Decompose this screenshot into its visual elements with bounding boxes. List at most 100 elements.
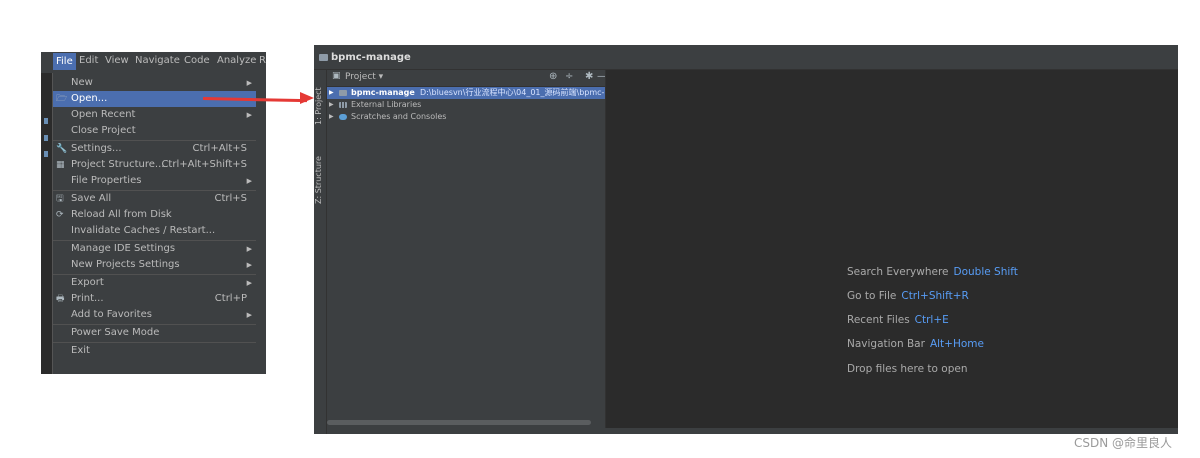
menu-item-export[interactable]: Export ▶	[53, 275, 256, 291]
expand-arrow-icon[interactable]: ▶	[329, 99, 334, 111]
menu-item-file-properties[interactable]: File Properties ▶	[53, 173, 256, 189]
menu-item-shortcut: Ctrl+Alt+S	[192, 143, 247, 154]
menu-item-manage-ide-settings[interactable]: Manage IDE Settings ▶	[53, 241, 256, 257]
tree-item-project-root[interactable]: ▶ bpmc-manage D:\bluesvn\行业流程中心\04_01_源码…	[327, 87, 605, 99]
hint-label: Recent Files	[847, 314, 910, 326]
edge-marker	[44, 135, 48, 141]
menu-item-invalidate-caches[interactable]: Invalidate Caches / Restart...	[53, 223, 256, 239]
menu-item-label: Save All	[71, 193, 112, 204]
save-icon: 🖫	[56, 194, 64, 204]
project-toolbar: ▣ Project ▾ ⊕ ÷ ✱ —	[327, 70, 607, 87]
menu-item-label: Export	[71, 277, 104, 288]
menu-item-label: Open...	[71, 93, 108, 104]
hint-shortcut: Ctrl+E	[914, 314, 949, 326]
menu-refactor-partial[interactable]: R	[259, 55, 266, 66]
file-menu-dropdown: New ▶ 🗁 Open... Open Recent ▶ Close Proj…	[52, 73, 266, 374]
folder-icon: 🗁	[56, 94, 68, 104]
project-view-selector[interactable]: Project ▾	[345, 72, 383, 82]
menu-item-settings[interactable]: 🔧 Settings... Ctrl+Alt+S	[53, 141, 256, 157]
project-folder-icon	[319, 54, 328, 61]
red-arrow-head-icon	[300, 92, 314, 104]
submenu-arrow-icon: ▶	[246, 111, 252, 119]
menu-item-reload-all[interactable]: ⟳ Reload All from Disk	[53, 207, 256, 223]
collapse-all-icon[interactable]: ÷	[565, 71, 573, 82]
menu-file[interactable]: File	[53, 53, 76, 70]
project-name-crumb[interactable]: bpmc-manage	[331, 52, 411, 63]
wrench-icon: 🔧	[56, 144, 68, 154]
menu-code[interactable]: Code	[184, 55, 210, 66]
menu-item-new-projects-settings[interactable]: New Projects Settings ▶	[53, 257, 256, 273]
menu-item-shortcut: Ctrl+P	[214, 293, 247, 304]
menu-edit[interactable]: Edit	[79, 55, 98, 66]
tree-item-label: Scratches and Consoles	[351, 112, 447, 121]
tree-item-label: External Libraries	[351, 100, 422, 109]
hint-label: Navigation Bar	[847, 338, 925, 350]
tree-item-path: D:\bluesvn\行业流程中心\04_01_源码前端\bpmc-manage	[419, 88, 605, 97]
hint-shortcut: Double Shift	[953, 266, 1018, 278]
menu-item-label: Invalidate Caches / Restart...	[71, 225, 216, 236]
menu-item-print[interactable]: 🖶 Print... Ctrl+P	[53, 291, 256, 307]
submenu-arrow-icon: ▶	[246, 79, 252, 87]
editor-edge-strip	[41, 73, 52, 374]
project-view-icon: ▣	[332, 71, 341, 81]
menu-item-label: Manage IDE Settings	[71, 243, 176, 254]
hint-shortcut: Ctrl+Shift+R	[901, 290, 969, 302]
submenu-arrow-icon: ▶	[246, 245, 252, 253]
menu-navigate[interactable]: Navigate	[135, 55, 180, 66]
menu-item-label: Exit	[71, 345, 90, 356]
expand-arrow-icon[interactable]: ▶	[329, 87, 334, 99]
horizontal-scrollbar[interactable]	[327, 420, 591, 425]
menu-item-new[interactable]: New ▶	[53, 75, 256, 91]
hint-search-everywhere: Search Everywhere Double Shift	[847, 266, 1018, 278]
tool-tab-structure[interactable]: Z: Structure	[314, 150, 326, 210]
menu-item-label: Close Project	[71, 125, 136, 136]
menu-item-exit[interactable]: Exit	[53, 343, 256, 359]
menu-item-label: Power Save Mode	[71, 327, 160, 338]
menu-bar: File Edit View Navigate Code Analyze R	[41, 52, 266, 73]
editor-empty-area[interactable]: Search Everywhere Double Shift Go to File…	[605, 70, 1178, 428]
menu-item-label: New Projects Settings	[71, 259, 180, 270]
menu-item-label: File Properties	[71, 175, 142, 186]
menu-item-shortcut: Ctrl+Alt+Shift+S	[161, 159, 247, 170]
submenu-arrow-icon: ▶	[246, 261, 252, 269]
menu-item-label: Project Structure...	[71, 159, 165, 170]
project-tool-window: ▣ Project ▾ ⊕ ÷ ✱ — ▶ bpmc-manage D:\blu…	[327, 70, 607, 434]
watermark: CSDN @命里良人	[1074, 436, 1173, 450]
submenu-arrow-icon: ▶	[246, 279, 252, 287]
menu-view[interactable]: View	[105, 55, 129, 66]
project-structure-icon: ▦	[56, 160, 65, 170]
status-bar	[327, 428, 1178, 434]
hint-recent-files: Recent Files Ctrl+E	[847, 314, 949, 326]
submenu-arrow-icon: ▶	[246, 177, 252, 185]
menu-item-label: Add to Favorites	[71, 309, 152, 320]
print-icon: 🖶	[56, 294, 65, 304]
menu-item-power-save-mode[interactable]: Power Save Mode	[53, 325, 256, 341]
menu-analyze[interactable]: Analyze	[217, 55, 256, 66]
expand-arrow-icon[interactable]: ▶	[329, 111, 334, 123]
tool-tab-project[interactable]: 1: Project	[314, 76, 326, 136]
menu-item-add-to-favorites[interactable]: Add to Favorites ▶	[53, 307, 256, 323]
menu-item-close-project[interactable]: Close Project	[53, 123, 256, 139]
hint-label: Drop files here to open	[847, 363, 968, 375]
scratches-icon	[339, 114, 347, 120]
menu-item-label: Open Recent	[71, 109, 136, 120]
menu-item-open-recent[interactable]: Open Recent ▶	[53, 107, 256, 123]
menu-item-project-structure[interactable]: ▦ Project Structure... Ctrl+Alt+Shift+S	[53, 157, 256, 173]
navigation-bar: bpmc-manage	[314, 47, 1178, 70]
submenu-arrow-icon: ▶	[246, 311, 252, 319]
menu-item-label: Print...	[71, 293, 104, 304]
gear-icon[interactable]: ✱	[585, 71, 593, 82]
module-folder-icon	[339, 90, 347, 96]
tree-item-label: bpmc-manage	[351, 88, 415, 97]
left-tool-strip: 1: Project Z: Structure	[314, 70, 327, 434]
locate-icon[interactable]: ⊕	[549, 71, 557, 82]
hint-drop-files: Drop files here to open	[847, 363, 967, 375]
reload-icon: ⟳	[56, 210, 64, 220]
menu-item-label: Reload All from Disk	[71, 209, 172, 220]
tree-item-external-libraries[interactable]: ▶ External Libraries	[327, 99, 605, 111]
library-icon	[339, 102, 347, 108]
hint-navigation-bar: Navigation Bar Alt+Home	[847, 338, 984, 350]
menu-item-save-all[interactable]: 🖫 Save All Ctrl+S	[53, 191, 256, 207]
tree-item-scratches[interactable]: ▶ Scratches and Consoles	[327, 111, 605, 123]
hint-label: Go to File	[847, 290, 897, 302]
